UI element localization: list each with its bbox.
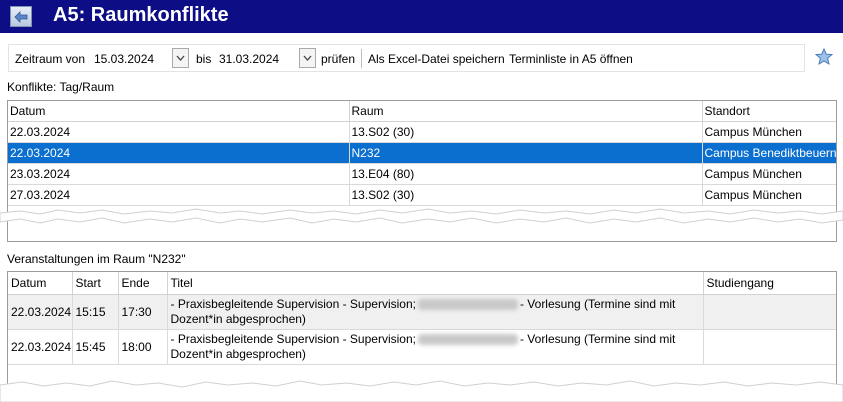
cell-date[interactable]: 22.03.2024 (8, 329, 73, 365)
conflicts-header-row: Datum Raum Standort (8, 101, 836, 122)
toolbar-divider (361, 49, 362, 68)
chevron-down-icon (303, 55, 312, 61)
cell-date[interactable]: 22.03.2024 (8, 294, 73, 330)
to-date-input[interactable]: 31.03.2024 (219, 52, 279, 66)
to-date-dropdown[interactable] (299, 48, 316, 68)
to-label: bis (196, 52, 212, 66)
cell-room[interactable]: 13.E04 (80) (349, 163, 703, 185)
from-date-dropdown[interactable] (172, 48, 189, 68)
cell-title[interactable]: - Praxisbegleitende Supervision - Superv… (167, 294, 704, 330)
column-header-ende[interactable]: Ende (118, 272, 168, 295)
chevron-down-icon (176, 55, 185, 61)
cell-room[interactable]: 13.S02 (30) (349, 121, 703, 143)
conflicts-label: Konflikte: Tag/Raum (7, 80, 115, 94)
title-text-part: - Praxisbegleitende Supervision - Superv… (170, 297, 416, 311)
cell-date[interactable]: 23.03.2024 (8, 163, 350, 185)
cell-room[interactable]: 13.S02 (30) (349, 184, 703, 206)
cell-end[interactable]: 17:30 (118, 294, 168, 330)
column-header-start[interactable]: Start (72, 272, 119, 295)
column-header-studiengang[interactable]: Studiengang (703, 272, 836, 295)
cell-date[interactable]: 22.03.2024 (8, 121, 350, 143)
cell-location[interactable]: Campus Benediktbeuern (702, 142, 836, 164)
check-button[interactable]: prüfen (321, 52, 355, 66)
events-grid: Datum Start Ende Titel Studiengang 22.03… (7, 271, 837, 393)
cell-location[interactable]: Campus München (702, 121, 836, 143)
column-header-titel[interactable]: Titel (167, 272, 704, 295)
conflict-row-selected[interactable]: 22.03.2024 N232 Campus Benediktbeuern (8, 142, 836, 164)
arrow-left-icon (14, 10, 28, 23)
window-title: A5: Raumkonflikte (53, 4, 229, 26)
conflict-row[interactable]: 23.03.2024 13.E04 (80) Campus München (8, 163, 836, 185)
title-bar: A5: Raumkonflikte (0, 0, 843, 33)
column-header-raum[interactable]: Raum (349, 101, 703, 122)
column-header-datum[interactable]: Datum (8, 272, 73, 295)
cell-date[interactable]: 22.03.2024 (8, 142, 350, 164)
open-in-a5-button[interactable]: Terminliste in A5 öffnen (509, 52, 633, 66)
redacted-name (417, 334, 518, 346)
conflicts-grid: Datum Raum Standort 22.03.2024 13.S02 (3… (7, 100, 837, 242)
title-text-part: - Praxisbegleitende Supervision - Superv… (170, 332, 416, 346)
back-button[interactable] (10, 6, 32, 27)
event-row[interactable]: 22.03.2024 15:45 18:00 - Praxisbegleiten… (8, 329, 836, 365)
cell-location[interactable]: Campus München (702, 163, 836, 185)
event-row[interactable]: 22.03.2024 15:15 17:30 - Praxisbegleiten… (8, 294, 836, 330)
favorite-star-icon[interactable] (814, 47, 834, 68)
cell-location[interactable]: Campus München (702, 184, 836, 206)
from-date-input[interactable]: 15.03.2024 (94, 52, 154, 66)
conflict-row[interactable]: 22.03.2024 13.S02 (30) Campus München (8, 121, 836, 143)
save-excel-button[interactable]: Als Excel-Datei speichern (368, 52, 505, 66)
redacted-name (417, 299, 518, 311)
cell-program[interactable] (703, 294, 836, 330)
cell-start[interactable]: 15:15 (72, 294, 119, 330)
cell-program[interactable] (703, 329, 836, 365)
from-label: Zeitraum von (15, 52, 86, 66)
events-label: Veranstaltungen im Raum "N232" (7, 252, 186, 266)
cell-title[interactable]: - Praxisbegleitende Supervision - Superv… (167, 329, 704, 365)
filter-toolbar: Zeitraum von 15.03.2024 bis 31.03.2024 p… (8, 44, 805, 72)
conflict-row[interactable]: 27.03.2024 13.S02 (30) Campus München (8, 184, 836, 206)
cell-room[interactable]: N232 (349, 142, 703, 164)
column-header-standort[interactable]: Standort (702, 101, 836, 122)
events-header-row: Datum Start Ende Titel Studiengang (8, 272, 836, 295)
cell-end[interactable]: 18:00 (118, 329, 168, 365)
cell-date[interactable]: 27.03.2024 (8, 184, 350, 206)
column-header-datum[interactable]: Datum (8, 101, 350, 122)
cell-start[interactable]: 15:45 (72, 329, 119, 365)
